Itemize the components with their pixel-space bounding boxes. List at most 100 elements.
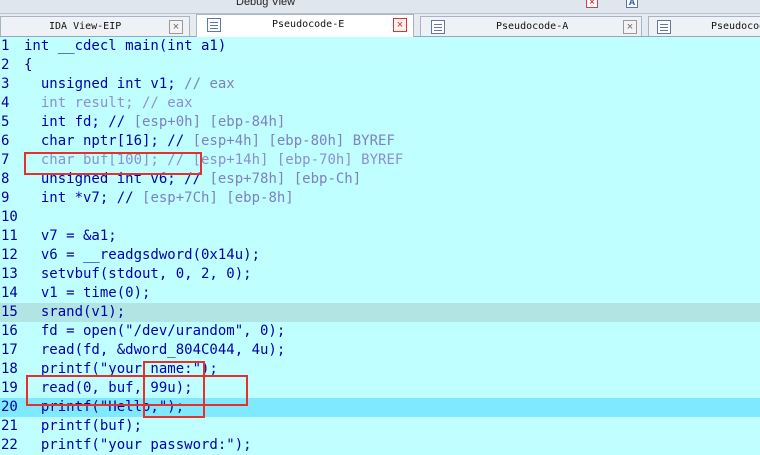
- code-text: printf("your password:");: [24, 436, 252, 455]
- pseudocode-view[interactable]: 1 int __cdecl main(int a1) 2{ 3 unsigned …: [0, 37, 760, 453]
- code: printf("your password:");: [24, 437, 252, 453]
- tab-label: Pseudocode-: [711, 21, 760, 32]
- code: setvbuf(stdout, 0, 2, 0);: [24, 266, 252, 282]
- code-line[interactable]: 5 int fd; // [esp+0h] [ebp-84h]: [0, 113, 760, 132]
- line-number: 16: [1, 323, 18, 339]
- line-number: 6: [1, 133, 10, 149]
- code: printf("your name:");: [24, 361, 218, 377]
- code-line[interactable]: 19 read(0, buf, 99u);: [0, 379, 760, 398]
- code: srand(v1);: [24, 304, 126, 320]
- code-text: int fd; // [esp+0h] [ebp-84h]: [24, 113, 285, 132]
- tab-ida-view-eip[interactable]: IDA View-EIP ×: [0, 16, 190, 36]
- code-line[interactable]: 22 printf("your password:");: [0, 436, 760, 455]
- comment: // eax: [184, 76, 235, 92]
- code: int result; // eax: [24, 95, 193, 111]
- code-line[interactable]: 11 v7 = &a1;: [0, 227, 760, 246]
- code-text: char buf[100]; // [esp+14h] [ebp-70h] BY…: [24, 151, 403, 170]
- code: read(fd, &dword_804C044, 4u);: [24, 342, 286, 358]
- code-line[interactable]: 13 setvbuf(stdout, 0, 2, 0);: [0, 265, 760, 284]
- code-line[interactable]: 14 v1 = time(0);: [0, 284, 760, 303]
- code: int __cdecl main(int a1): [24, 38, 227, 54]
- code: fd = open("/dev/urandom", 0);: [24, 323, 286, 339]
- line-number: 13: [1, 266, 18, 282]
- code-text: srand(v1);: [24, 303, 125, 322]
- line-number: 15: [1, 304, 18, 320]
- line-number: 21: [1, 418, 18, 434]
- code-line[interactable]: 2{: [0, 56, 760, 75]
- code-line[interactable]: 6 char nptr[16]; // [esp+4h] [ebp-80h] B…: [0, 132, 760, 151]
- code-line[interactable]: 10: [0, 208, 760, 227]
- code-line-cursor[interactable]: 15 srand(v1);: [0, 303, 760, 322]
- code-text: int *v7; // [esp+7Ch] [ebp-8h]: [24, 189, 294, 208]
- debug-view-tab-label[interactable]: Debug View: [236, 0, 295, 8]
- pseudocode-icon: [657, 20, 671, 34]
- code: printf(buf);: [24, 418, 143, 434]
- line-number: 22: [1, 437, 18, 453]
- code-text: int __cdecl main(int a1): [24, 37, 226, 56]
- code-line[interactable]: 9 int *v7; // [esp+7Ch] [ebp-8h]: [0, 189, 760, 208]
- code-line[interactable]: 18 printf("your name:");: [0, 360, 760, 379]
- code-line[interactable]: 17 read(fd, &dword_804C044, 4u);: [0, 341, 760, 360]
- comment: [esp+0h] [ebp-84h]: [133, 114, 286, 130]
- tab-pseudocode-a[interactable]: Pseudocode-A ×: [420, 16, 642, 36]
- code: char buf[100]; //: [24, 152, 193, 168]
- comment: [esp+4h] [ebp-80h] BYREF: [192, 133, 395, 149]
- code-text: unsigned int v1; // eax: [24, 75, 235, 94]
- comment: [esp+14h] [ebp-70h] BYREF: [192, 152, 404, 168]
- code-text: fd = open("/dev/urandom", 0);: [24, 322, 285, 341]
- line-number: 12: [1, 247, 18, 263]
- code-text: printf(buf);: [24, 417, 142, 436]
- code-text: unsigned int v6; // [esp+78h] [ebp-Ch]: [24, 170, 361, 189]
- line-number: 8: [1, 171, 10, 187]
- code: read(0, buf, 99u);: [24, 380, 193, 396]
- line-number: 11: [1, 228, 18, 244]
- pseudocode-icon: [431, 20, 445, 34]
- code-line[interactable]: 16 fd = open("/dev/urandom", 0);: [0, 322, 760, 341]
- line-number: 9: [1, 190, 10, 206]
- code-line[interactable]: 7 char buf[100]; // [esp+14h] [ebp-70h] …: [0, 151, 760, 170]
- tab-label: Pseudocode-A: [496, 21, 569, 32]
- tab-label: IDA View-EIP: [49, 21, 122, 32]
- code: printf("Hello,");: [24, 399, 185, 415]
- code-text: read(0, buf, 99u);: [24, 379, 193, 398]
- code-line[interactable]: 12 v6 = __readgsdword(0x14u);: [0, 246, 760, 265]
- close-icon[interactable]: ×: [623, 20, 637, 34]
- line-number: 10: [1, 209, 18, 225]
- line-number: 19: [1, 380, 18, 396]
- code: unsigned int v1;: [24, 76, 185, 92]
- code: int *v7; //: [24, 190, 143, 206]
- code: int fd; //: [24, 114, 134, 130]
- code-line[interactable]: 1 int __cdecl main(int a1): [0, 37, 760, 56]
- code-text: v1 = time(0);: [24, 284, 151, 303]
- code: v7 = &a1;: [24, 228, 117, 244]
- code-text: v6 = __readgsdword(0x14u);: [24, 246, 260, 265]
- code-line[interactable]: 4 int result; // eax: [0, 94, 760, 113]
- code-text: setvbuf(stdout, 0, 2, 0);: [24, 265, 252, 284]
- text-view-icon[interactable]: A: [626, 0, 638, 8]
- code-text: int result; // eax: [24, 94, 193, 113]
- line-number: 7: [1, 152, 10, 168]
- close-icon[interactable]: ×: [393, 18, 407, 32]
- code-text: {: [24, 56, 32, 75]
- code-line[interactable]: 3 unsigned int v1; // eax: [0, 75, 760, 94]
- close-icon[interactable]: ×: [586, 0, 598, 8]
- comment: [esp+7Ch] [ebp-8h]: [142, 190, 294, 206]
- close-icon[interactable]: ×: [169, 20, 183, 34]
- code-text: printf("your name:");: [24, 360, 218, 379]
- tab-pseudocode-e[interactable]: Pseudocode-E ×: [196, 14, 414, 37]
- code-line[interactable]: 21 printf(buf);: [0, 417, 760, 436]
- line-number: 5: [1, 114, 10, 130]
- top-strip: Debug View × A: [0, 0, 760, 14]
- code-line-current[interactable]: 20 printf("Hello,");: [0, 398, 760, 417]
- code: v1 = time(0);: [24, 285, 151, 301]
- tab-label: Pseudocode-E: [272, 19, 345, 30]
- code: char nptr[16]; //: [24, 133, 193, 149]
- tab-bar: IDA View-EIP × Pseudocode-E × Pseudocode…: [0, 14, 760, 37]
- code-line[interactable]: 8 unsigned int v6; // [esp+78h] [ebp-Ch]: [0, 170, 760, 189]
- code-text: v7 = &a1;: [24, 227, 117, 246]
- line-number: 1: [1, 38, 10, 54]
- pseudocode-icon: [207, 18, 221, 32]
- tab-pseudocode-b[interactable]: Pseudocode-: [648, 16, 760, 36]
- line-number: 20: [1, 399, 18, 415]
- code: unsigned int v6; //: [24, 171, 210, 187]
